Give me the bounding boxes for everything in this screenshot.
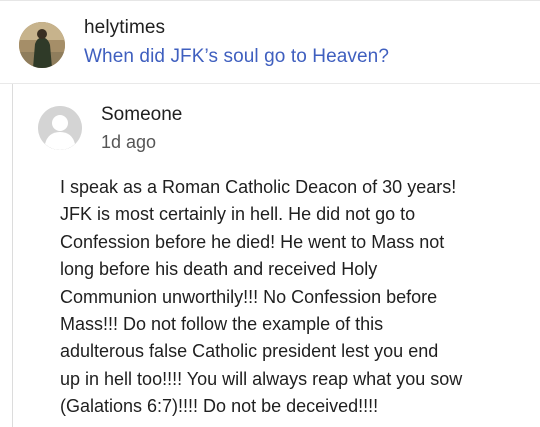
comment-line: Communion unworthily!!! No Confession be… — [60, 286, 438, 307]
question-title-link[interactable]: When did JFK’s soul go to Heaven? — [84, 46, 389, 68]
comment-line: JFK is most certainly in hell. He did no… — [60, 204, 416, 225]
comment-line: up in hell too!!!! You will always reap … — [60, 368, 463, 389]
comment-timestamp: 1d ago — [101, 132, 157, 152]
comment-body: I speak as a Roman Catholic Deacon of 30… — [60, 174, 530, 421]
comment-line: adulterous false Catholic president lest… — [60, 341, 439, 362]
comment-line: I speak as a Roman Catholic Deacon of 30… — [60, 177, 457, 197]
comment-line: long before his death and received Holy — [60, 259, 378, 280]
user-photo-avatar[interactable] — [19, 22, 65, 68]
comment-author[interactable]: Someone — [101, 104, 182, 126]
comment: Someone 1d ago I speak as a Roman Cathol… — [13, 84, 540, 427]
question-header[interactable]: helytimes When did JFK’s soul go to Heav… — [0, 0, 540, 84]
comment-thread-page: helytimes When did JFK’s soul go to Heav… — [0, 0, 540, 427]
comment-line: (Galations 6:7)!!!! Do not be deceived!!… — [60, 396, 379, 417]
question-username[interactable]: helytimes — [84, 17, 165, 39]
comment-line: Mass!!! Do not follow the example of thi… — [60, 314, 384, 335]
default-user-avatar-icon[interactable] — [38, 106, 82, 150]
comment-line: Confession before he died! He went to Ma… — [60, 231, 445, 252]
